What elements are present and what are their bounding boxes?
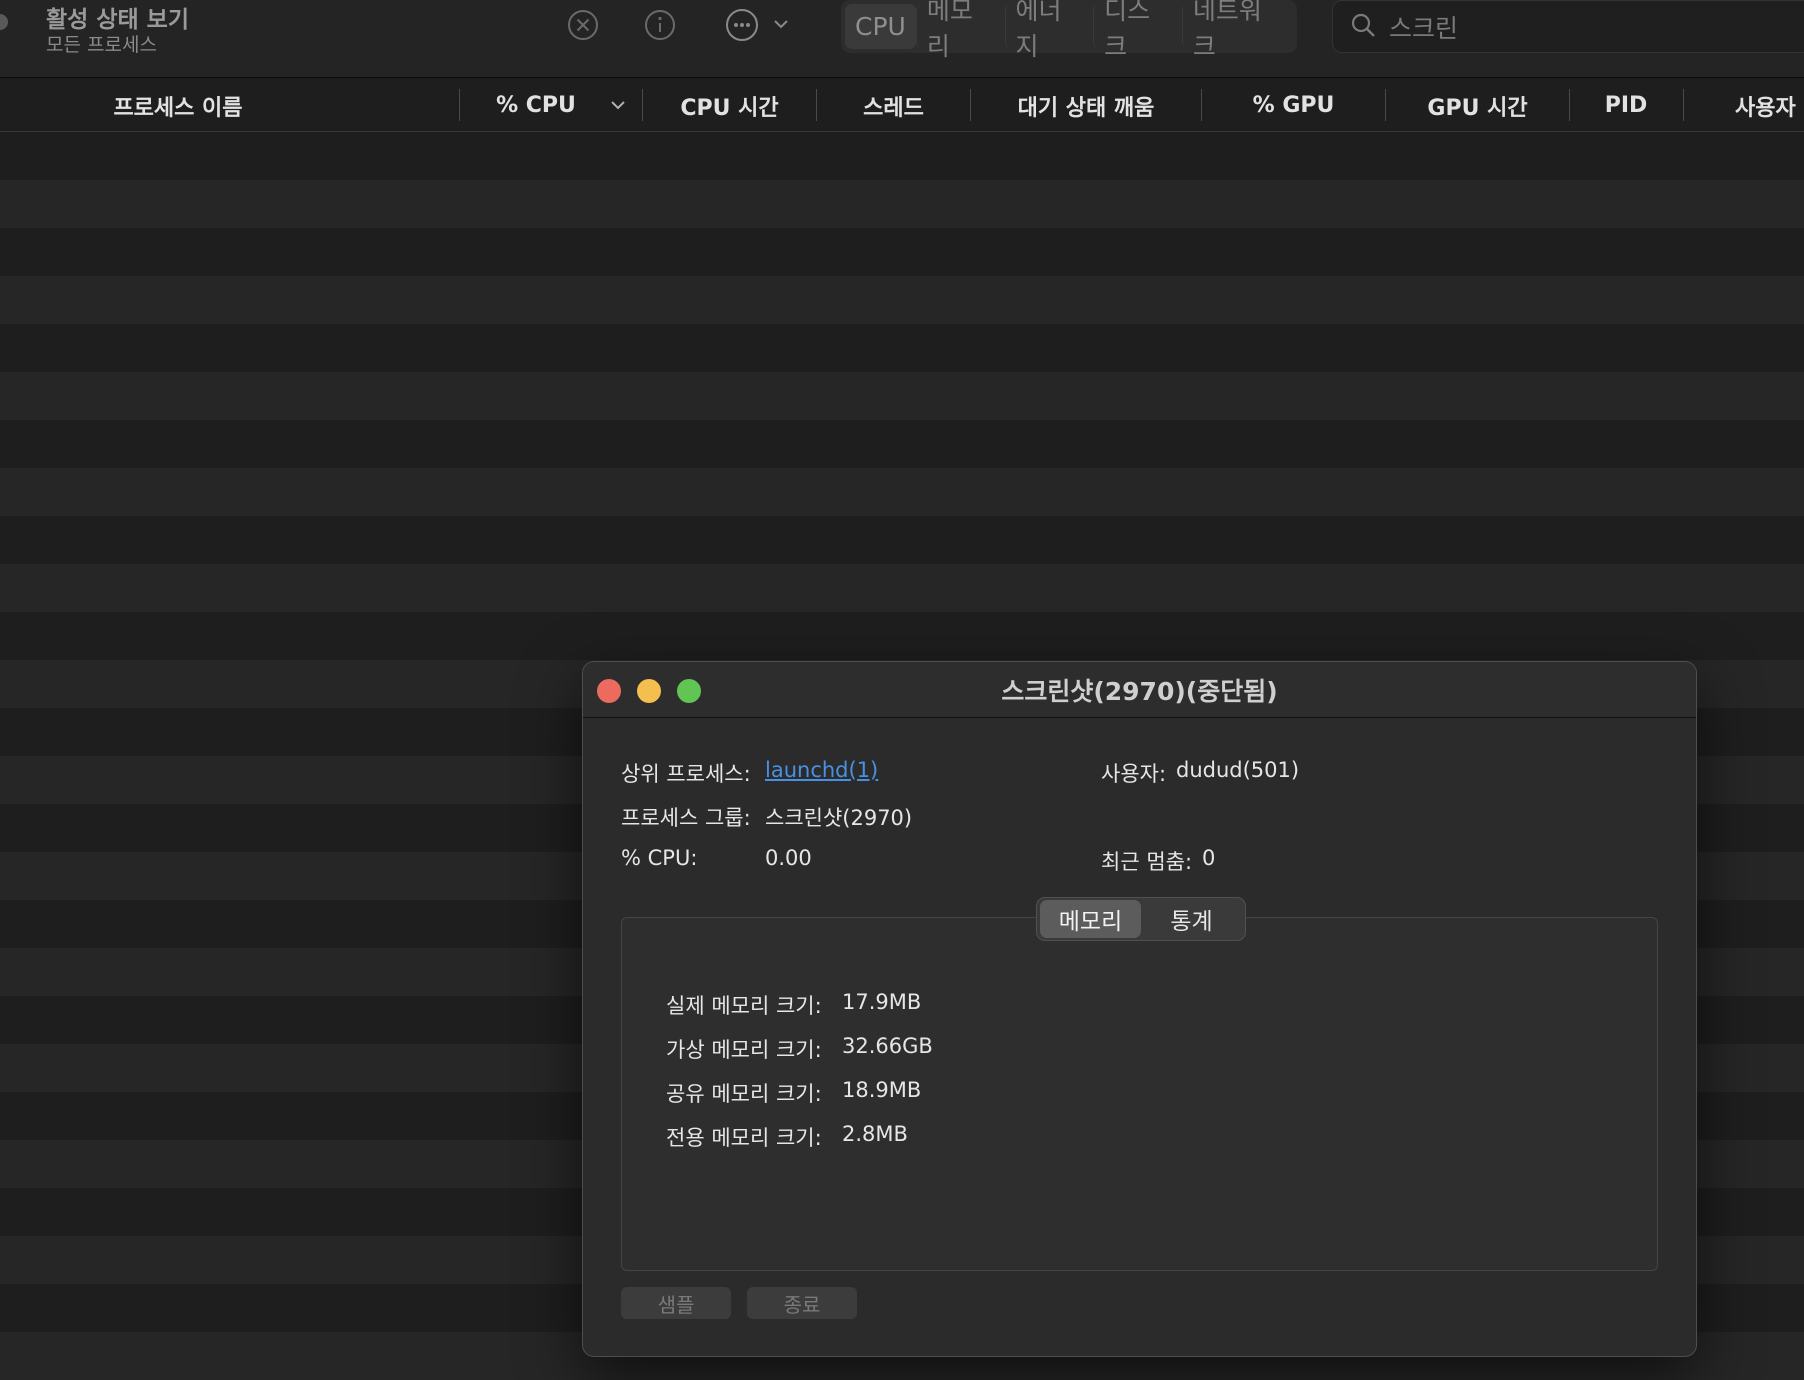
parent-process-link[interactable]: launchd(1) <box>765 758 878 782</box>
col-process-name[interactable]: 프로세스 이름 <box>0 79 356 132</box>
process-group-label: 프로세스 그룹: <box>621 806 751 830</box>
search-box <box>1332 0 1804 53</box>
toolbar: 활성 상태 보기 모든 프로세스 CPU 메모리 에너지 디스크 네트워크 <box>0 0 1804 78</box>
more-actions-icon[interactable] <box>725 8 795 42</box>
tab-network[interactable]: 네트워크 <box>1181 0 1293 61</box>
private-memory-value: 2.8MB <box>842 1122 908 1146</box>
col-gpu-percent[interactable]: % GPU <box>1202 79 1385 132</box>
col-threads[interactable]: 스레드 <box>817 79 970 132</box>
stop-process-icon[interactable] <box>566 8 600 42</box>
shared-memory-value: 18.9MB <box>842 1078 922 1102</box>
column-header: 프로세스 이름 % CPU CPU 시간 스레드 대기 상태 깨움 % GPU … <box>0 79 1804 132</box>
table-row[interactable] <box>0 516 1804 564</box>
table-row[interactable] <box>0 228 1804 276</box>
process-inspector-window: 스크린샷(2970)(중단됨) 상위 프로세스: launchd(1) 사용자:… <box>582 661 1697 1357</box>
cpu-percent-value: 0.00 <box>765 846 812 870</box>
window-control-stub[interactable] <box>0 14 8 30</box>
sample-button[interactable]: 샘플 <box>621 1287 731 1319</box>
tab-memory-detail[interactable]: 메모리 <box>1040 900 1141 938</box>
inspector-tabs: 메모리 통계 <box>1036 897 1246 941</box>
user-value: dudud(501) <box>1176 758 1300 782</box>
table-row[interactable] <box>0 276 1804 324</box>
table-row[interactable] <box>0 372 1804 420</box>
tab-statistics[interactable]: 통계 <box>1141 900 1242 938</box>
table-row[interactable] <box>0 564 1804 612</box>
process-group-value: 스크린샷(2970) <box>765 806 913 830</box>
table-row[interactable] <box>0 180 1804 228</box>
close-window-button[interactable] <box>597 679 621 703</box>
tab-cpu[interactable]: CPU <box>845 4 916 49</box>
table-row[interactable] <box>0 420 1804 468</box>
inspector-title: 스크린샷(2970)(중단됨) <box>1001 677 1278 706</box>
virtual-memory-label: 가상 메모리 크기: <box>666 1038 822 1062</box>
quit-button[interactable]: 종료 <box>747 1287 857 1319</box>
table-row[interactable] <box>0 132 1804 180</box>
user-label: 사용자: <box>1101 762 1167 786</box>
app-title: 활성 상태 보기 <box>46 7 189 33</box>
tab-energy[interactable]: 에너지 <box>1004 0 1094 61</box>
table-row[interactable] <box>0 324 1804 372</box>
tab-disk[interactable]: 디스크 <box>1093 0 1182 61</box>
col-pid[interactable]: PID <box>1570 79 1682 132</box>
col-gpu-time[interactable]: GPU 시간 <box>1386 79 1569 132</box>
private-memory-label: 전용 메모리 크기: <box>666 1126 822 1150</box>
memory-panel: 실제 메모리 크기: 17.9MB 가상 메모리 크기: 32.66GB 공유 … <box>621 917 1658 1271</box>
view-tabs: CPU 메모리 에너지 디스크 네트워크 <box>841 0 1297 61</box>
sort-descending-icon[interactable] <box>608 95 628 119</box>
recent-hangs-label: 최근 멈춤: <box>1101 850 1193 874</box>
info-icon[interactable] <box>643 8 677 42</box>
real-memory-label: 실제 메모리 크기: <box>666 994 822 1018</box>
table-row[interactable] <box>0 612 1804 660</box>
inspector-titlebar[interactable]: 스크린샷(2970)(중단됨) <box>583 662 1696 718</box>
parent-process-label: 상위 프로세스: <box>621 762 751 786</box>
col-cpu-percent[interactable]: % CPU <box>460 79 612 132</box>
search-input[interactable] <box>1389 12 1789 41</box>
maximize-window-button[interactable] <box>677 679 701 703</box>
virtual-memory-value: 32.66GB <box>842 1034 933 1058</box>
col-cpu-time[interactable]: CPU 시간 <box>643 79 816 132</box>
recent-hangs-value: 0 <box>1202 846 1216 870</box>
cpu-percent-label: % CPU: <box>621 846 698 870</box>
real-memory-value: 17.9MB <box>842 990 922 1014</box>
tab-memory[interactable]: 메모리 <box>915 0 1005 61</box>
app-subtitle: 모든 프로세스 <box>46 34 157 56</box>
column-divider <box>1683 89 1684 121</box>
col-user[interactable]: 사용자 <box>1735 79 1804 132</box>
table-row[interactable] <box>0 468 1804 516</box>
minimize-window-button[interactable] <box>637 679 661 703</box>
col-idle-wakeups[interactable]: 대기 상태 깨움 <box>971 79 1201 132</box>
shared-memory-label: 공유 메모리 크기: <box>666 1082 822 1106</box>
search-icon <box>1349 11 1377 43</box>
